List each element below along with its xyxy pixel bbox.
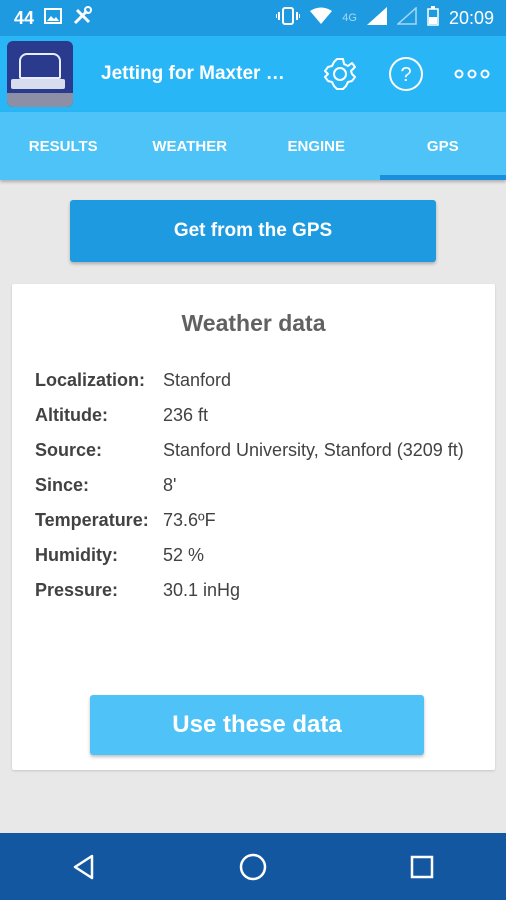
row-since: Since: 8' [35, 474, 475, 496]
source-label: Source: [35, 440, 103, 460]
back-button[interactable] [59, 842, 109, 892]
card-title: Weather data [181, 310, 326, 336]
pressure-value: 30.1 inHg [163, 580, 241, 600]
get-from-gps-button[interactable]: Get from the GPS [70, 200, 436, 262]
help-icon[interactable]: ? [388, 56, 424, 92]
home-button[interactable] [228, 842, 278, 892]
navigation-bar [0, 833, 506, 900]
row-altitude: Altitude: 236 ft [35, 404, 475, 426]
row-source: Source: Stanford University, Stanford (3… [35, 439, 475, 461]
since-value: 8' [163, 475, 177, 495]
battery-icon [427, 5, 439, 31]
recents-button[interactable] [397, 842, 447, 892]
app-logo [7, 41, 73, 107]
altitude-label: Altitude: [35, 405, 108, 425]
temperature-value: 73.6ºF [163, 510, 216, 530]
since-label: Since: [35, 475, 90, 495]
source-value: Stanford University, Stanford (3209 ft) [163, 440, 464, 460]
svg-text:?: ? [400, 64, 411, 86]
home-icon [239, 853, 267, 880]
kart-graphic [19, 53, 61, 79]
logo-footer [7, 93, 73, 107]
weather-data-card: Weather data Localization: Stanford Alti… [12, 284, 495, 770]
row-humidity: Humidity: 52 % [35, 544, 475, 566]
app-bar: Jetting for Maxter K... ? [0, 36, 506, 112]
altitude-value: 236 ft [163, 405, 209, 425]
image-notification-icon [44, 7, 63, 29]
logo-banner [11, 79, 65, 89]
tools-notification-icon [72, 5, 94, 31]
row-temperature: Temperature: 73.6ºF [35, 509, 475, 531]
recents-icon [410, 855, 433, 878]
signal-secondary-icon [395, 5, 417, 30]
localization-value: Stanford [163, 370, 232, 390]
tab-results[interactable]: RESULTS [0, 112, 127, 180]
vibrate-icon [275, 6, 302, 30]
row-localization: Localization: Stanford [35, 369, 475, 391]
wifi-icon [310, 7, 333, 30]
clock: 20:09 [448, 7, 494, 28]
back-icon [74, 854, 94, 879]
row-pressure: Pressure: 30.1 inHg [35, 579, 475, 601]
overflow-menu-icon[interactable] [454, 56, 490, 92]
app-title: Jetting for Maxter K... [101, 63, 291, 84]
weather-data-list: Localization: Stanford Altitude: 236 ft … [35, 369, 475, 614]
network-type-label: 4G [342, 11, 357, 24]
notification-count: 44 [14, 7, 35, 28]
pressure-label: Pressure: [35, 580, 119, 600]
humidity-label: Humidity: [35, 545, 118, 565]
status-bar: 44 4G 20:09 [0, 0, 506, 36]
tab-gps[interactable]: GPS [379, 112, 506, 180]
settings-icon[interactable] [322, 56, 358, 92]
signal-icon [366, 6, 387, 30]
tab-bar: RESULTS WEATHER ENGINE GPS [0, 112, 506, 180]
temperature-label: Temperature: [35, 510, 149, 530]
use-these-data-button[interactable]: Use these data [90, 695, 424, 755]
tab-engine[interactable]: ENGINE [253, 112, 380, 180]
localization-label: Localization: [35, 370, 146, 390]
humidity-value: 52 % [163, 545, 205, 565]
tab-weather[interactable]: WEATHER [127, 112, 254, 180]
